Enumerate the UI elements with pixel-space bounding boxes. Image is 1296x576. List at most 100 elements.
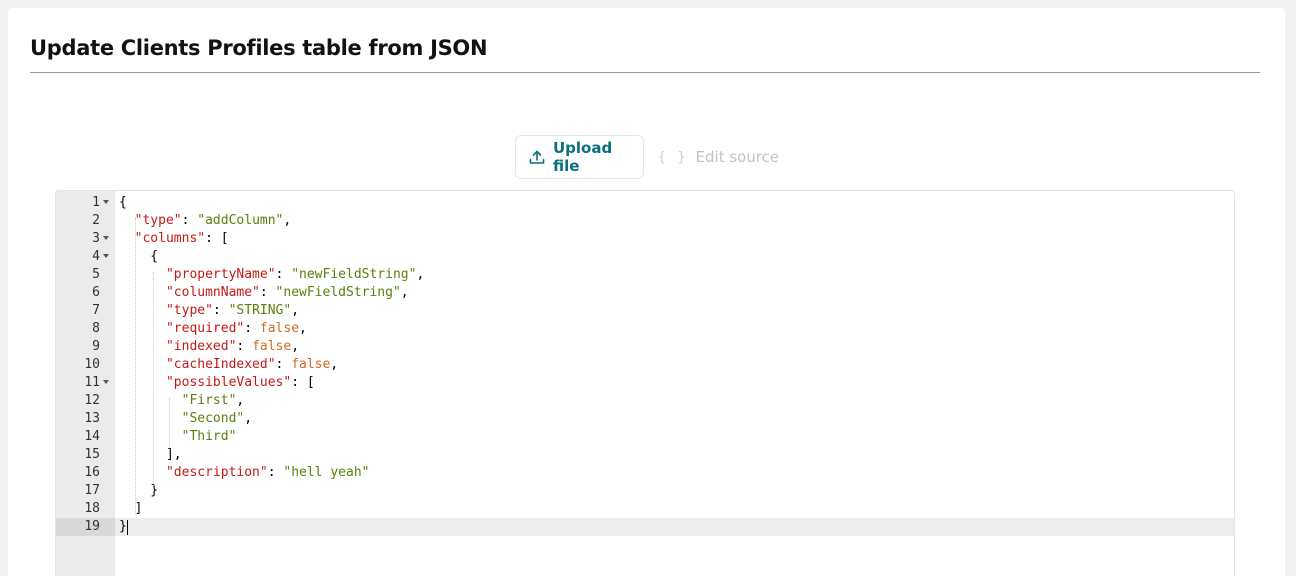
fold-arrow-icon[interactable]: [103, 254, 109, 258]
code-token: ]: [119, 501, 143, 516]
source-mode-toggle: Upload file { } Edit source: [515, 135, 792, 179]
code-token: false: [252, 339, 292, 354]
code-line: "cacheIndexed": false,: [119, 356, 338, 374]
code-token: "cacheIndexed": [165, 357, 276, 372]
line-number-row: 16: [56, 464, 115, 482]
code-token: :: [275, 357, 292, 372]
json-code-editor[interactable]: 1{2 "type": "addColumn", 3 "columns": [4 …: [55, 190, 1235, 576]
upload-file-button[interactable]: Upload file: [515, 135, 644, 179]
line-number: 11: [84, 375, 100, 390]
code-token: "required": [165, 321, 245, 336]
fold-arrow-icon[interactable]: [103, 236, 109, 240]
line-number: 5: [92, 267, 100, 282]
fold-arrow-icon[interactable]: [103, 380, 109, 384]
line-number: 14: [84, 429, 100, 444]
code-token: ,: [283, 213, 292, 228]
line-number-row: 15: [56, 446, 115, 464]
line-number: 19: [84, 519, 100, 534]
code-token: "STRING": [228, 303, 292, 318]
line-number: 6: [92, 285, 100, 300]
code-token: }: [119, 519, 127, 534]
line-number-row: 3: [56, 230, 115, 248]
code-token: :: [244, 321, 260, 336]
code-line: "Second",: [119, 410, 252, 428]
code-token: "newFieldString": [275, 285, 401, 300]
title-divider: [30, 72, 1260, 73]
line-number-row: 10: [56, 356, 115, 374]
code-line: {: [119, 248, 158, 266]
line-number: 12: [84, 393, 100, 408]
line-number-row: 18: [56, 500, 115, 518]
line-number: 16: [84, 465, 100, 480]
code-token: ,: [291, 303, 300, 318]
line-number-row: 8: [56, 320, 115, 338]
code-token: "First": [181, 393, 237, 408]
code-line: "propertyName": "newFieldString",: [119, 266, 424, 284]
code-token: ],: [119, 447, 182, 462]
code-token: : [: [205, 231, 229, 246]
code-token: "newFieldString": [291, 267, 417, 282]
code-line: {: [119, 194, 127, 212]
line-number-row: 1: [56, 194, 115, 212]
code-line: "indexed": false,: [119, 338, 299, 356]
edit-source-button[interactable]: { } Edit source: [644, 135, 792, 179]
code-token: : [: [291, 375, 315, 390]
code-line: "type": "STRING",: [119, 302, 299, 320]
line-number: 17: [84, 483, 100, 498]
line-number: 2: [92, 213, 100, 228]
line-number-row: 6: [56, 284, 115, 302]
code-token: ,: [244, 411, 253, 426]
code-line: "description": "hell yeah": [119, 464, 370, 482]
code-token: false: [291, 357, 331, 372]
fold-arrow-icon[interactable]: [103, 200, 109, 204]
code-token: {: [119, 195, 127, 210]
line-number: 3: [92, 231, 100, 246]
code-token: ,: [236, 393, 245, 408]
code-line: "Third": [119, 428, 237, 446]
line-number-row: 11: [56, 374, 115, 392]
text-cursor: [127, 520, 128, 535]
indent-guide: [153, 272, 154, 486]
code-token: "propertyName": [165, 267, 276, 282]
code-line: "First",: [119, 392, 245, 410]
code-token: :: [236, 339, 253, 354]
code-token: :: [267, 465, 284, 480]
upload-file-label: Upload file: [553, 139, 613, 175]
indent-guide: [169, 398, 170, 450]
line-number-row: 12: [56, 392, 115, 410]
line-number: 1: [92, 195, 100, 210]
line-number-row: 2: [56, 212, 115, 230]
code-token: :: [181, 213, 198, 228]
braces-icon: { }: [658, 149, 688, 165]
code-line: }: [119, 518, 127, 536]
main-card: Update Clients Profiles table from JSON …: [8, 8, 1285, 576]
code-token: "indexed": [165, 339, 237, 354]
line-number: 7: [92, 303, 100, 318]
line-number-row: 17: [56, 482, 115, 500]
line-number-row: 14: [56, 428, 115, 446]
code-line: "type": "addColumn",: [119, 212, 292, 230]
code-token: "Second": [181, 411, 245, 426]
code-token: "type": [134, 213, 182, 228]
edit-source-label: Edit source: [695, 148, 780, 166]
code-token: :: [275, 267, 292, 282]
line-number: 9: [92, 339, 100, 354]
indent-guide: [135, 218, 136, 514]
code-token: :: [259, 285, 276, 300]
line-number: 4: [92, 249, 100, 264]
line-number: 15: [84, 447, 100, 462]
line-number: 8: [92, 321, 100, 336]
code-line: ]: [119, 500, 143, 518]
code-token: "type": [165, 303, 213, 318]
code-token: ,: [400, 285, 409, 300]
